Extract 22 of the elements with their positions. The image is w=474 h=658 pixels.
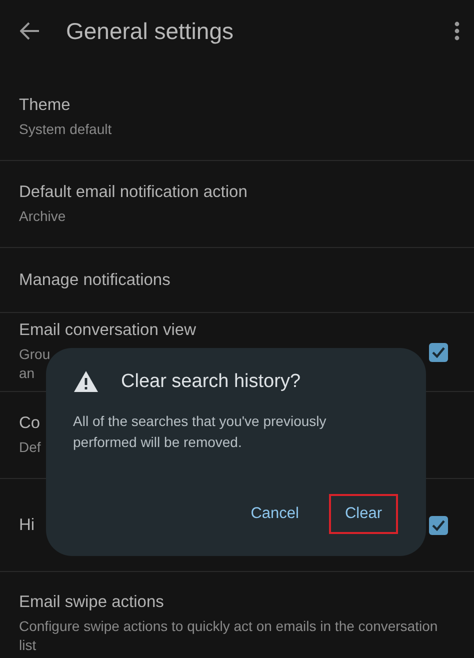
setting-title[interactable]: Email swipe actions	[19, 593, 164, 612]
setting-description: Archive	[19, 206, 66, 226]
setting-title[interactable]: Manage notifications	[19, 270, 170, 290]
warning-icon	[73, 370, 99, 393]
setting-title[interactable]: Default email notification action	[19, 182, 248, 202]
back-arrow-icon[interactable]	[20, 22, 40, 40]
setting-description: Def	[19, 438, 41, 456]
setting-description: Configure swipe actions to quickly act on emails in the conversation list	[19, 617, 439, 655]
setting-title[interactable]: Theme	[19, 96, 70, 114]
setting-title[interactable]: Co	[19, 414, 40, 432]
more-options-icon[interactable]	[454, 21, 460, 41]
setting-title[interactable]: Email conversation view	[19, 321, 196, 340]
screen-title: General settings	[66, 18, 234, 44]
setting-description: System default	[19, 120, 112, 138]
checkbox[interactable]	[429, 342, 448, 362]
dialog-action-button[interactable]: Clear	[328, 494, 398, 534]
dialog-action-button[interactable]: Cancel	[234, 494, 315, 534]
checkbox[interactable]	[429, 516, 448, 534]
dialog-title: Clear search history?	[121, 370, 301, 392]
setting-title[interactable]: Hi	[19, 516, 35, 534]
setting-description: Grou an	[19, 345, 50, 383]
dialog-message: All of the searches that you've previously performed will be removed.	[73, 412, 328, 452]
